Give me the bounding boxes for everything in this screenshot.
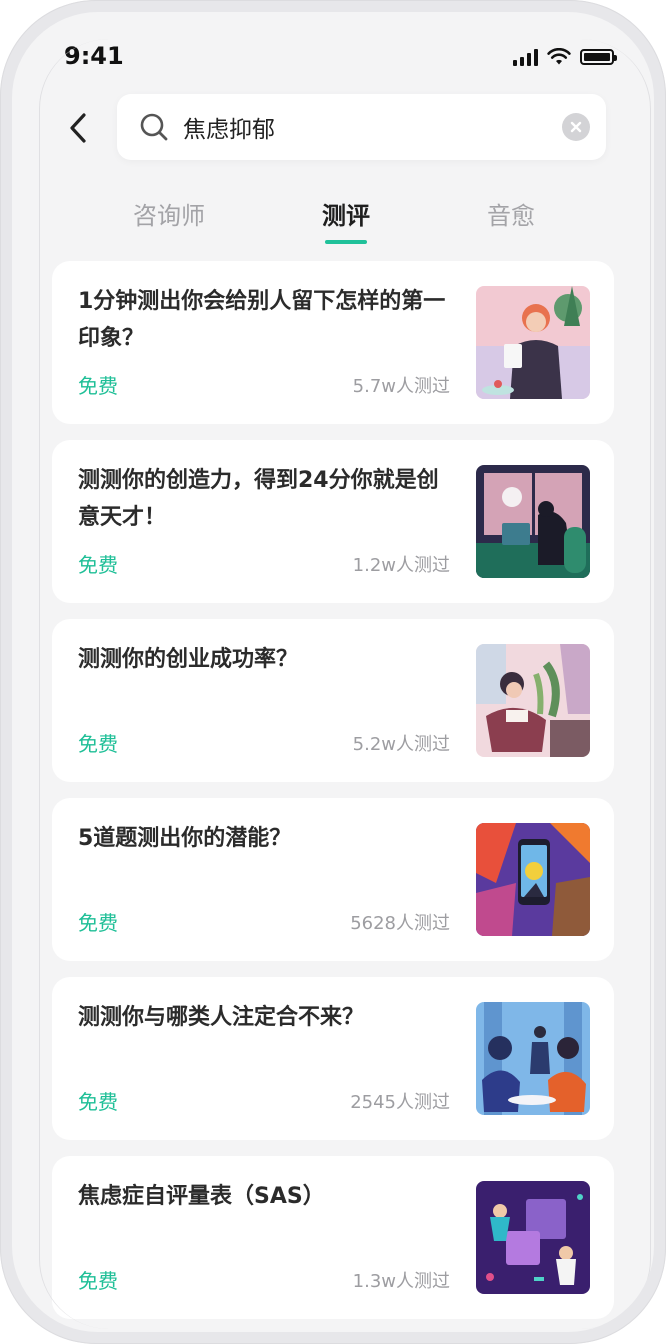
- close-icon: [570, 121, 582, 133]
- price-label: 免费: [78, 553, 118, 577]
- search-input[interactable]: [183, 114, 562, 140]
- status-icons: [513, 48, 617, 66]
- participant-count: 1.3w人测过: [352, 1271, 450, 1292]
- tab-assessment[interactable]: 测评: [322, 196, 370, 231]
- result-thumbnail: [476, 823, 590, 936]
- price-label: 免费: [78, 1269, 118, 1293]
- result-card[interactable]: 5道题测出你的潜能？ 免费 5628人测过: [52, 798, 614, 961]
- result-title: 测测你的创造力，得到24分你就是创意天才！: [78, 468, 439, 530]
- result-card[interactable]: 焦虑症自评量表（SAS） 免费 1.3w人测过: [52, 1156, 614, 1319]
- back-button[interactable]: [60, 110, 96, 146]
- result-card[interactable]: 1分钟测出你会给别人留下怎样的第一印象？ 免费 5.7w人测过: [52, 261, 614, 424]
- clear-search-button[interactable]: [562, 113, 590, 141]
- result-thumbnail: [476, 465, 590, 578]
- result-thumbnail: [476, 1181, 590, 1294]
- result-title: 5道题测出你的潜能？: [78, 826, 292, 851]
- result-card[interactable]: 测测你的创业成功率？ 免费 5.2w人测过: [52, 619, 614, 782]
- app-screen: 9:41 焦虑抑郁 咨询师 测评 音愈 1分钟测出你会给别人留下怎样的第一印象？…: [12, 12, 654, 1332]
- status-time: 9:41: [64, 42, 124, 70]
- battery-icon: [580, 49, 617, 65]
- search-bar[interactable]: [117, 94, 606, 160]
- chevron-left-icon: [70, 113, 86, 143]
- participant-count: 5.7w人测过: [352, 376, 450, 397]
- result-list: 1分钟测出你会给别人留下怎样的第一印象？ 免费 5.7w人测过 测测你的创造力，…: [52, 261, 614, 1332]
- result-title: 1分钟测出你会给别人留下怎样的第一印象？: [78, 289, 446, 351]
- price-label: 免费: [78, 911, 118, 935]
- wifi-icon: [547, 48, 571, 65]
- participant-count: 1.2w人测过: [352, 555, 450, 576]
- participant-count: 5.2w人测过: [352, 734, 450, 755]
- result-title: 测测你与哪类人注定合不来？: [78, 1005, 365, 1030]
- phone-frame: 9:41 焦虑抑郁 咨询师 测评 音愈 1分钟测出你会给别人留下怎样的第一印象？…: [0, 0, 666, 1344]
- tab-counselor[interactable]: 咨询师: [133, 196, 205, 231]
- result-title: 焦虑症自评量表（SAS）: [78, 1184, 325, 1209]
- cellular-signal-icon: [513, 48, 538, 66]
- price-label: 免费: [78, 374, 118, 398]
- price-label: 免费: [78, 1090, 118, 1114]
- result-thumbnail: [476, 286, 590, 399]
- active-tab-indicator: [325, 240, 367, 244]
- search-icon: [140, 113, 168, 141]
- result-thumbnail: [476, 1002, 590, 1115]
- participant-count: 5628人测过: [350, 913, 450, 934]
- category-tabs: 咨询师 测评 音愈: [12, 196, 654, 246]
- result-title: 测测你的创业成功率？: [78, 647, 299, 672]
- participant-count: 2545人测过: [350, 1092, 450, 1113]
- result-thumbnail: [476, 644, 590, 757]
- price-label: 免费: [78, 732, 118, 756]
- tab-sound-healing[interactable]: 音愈: [487, 196, 535, 231]
- result-card[interactable]: 测测你的创造力，得到24分你就是创意天才！ 免费 1.2w人测过: [52, 440, 614, 603]
- result-card[interactable]: 测测你与哪类人注定合不来？ 免费 2545人测过: [52, 977, 614, 1140]
